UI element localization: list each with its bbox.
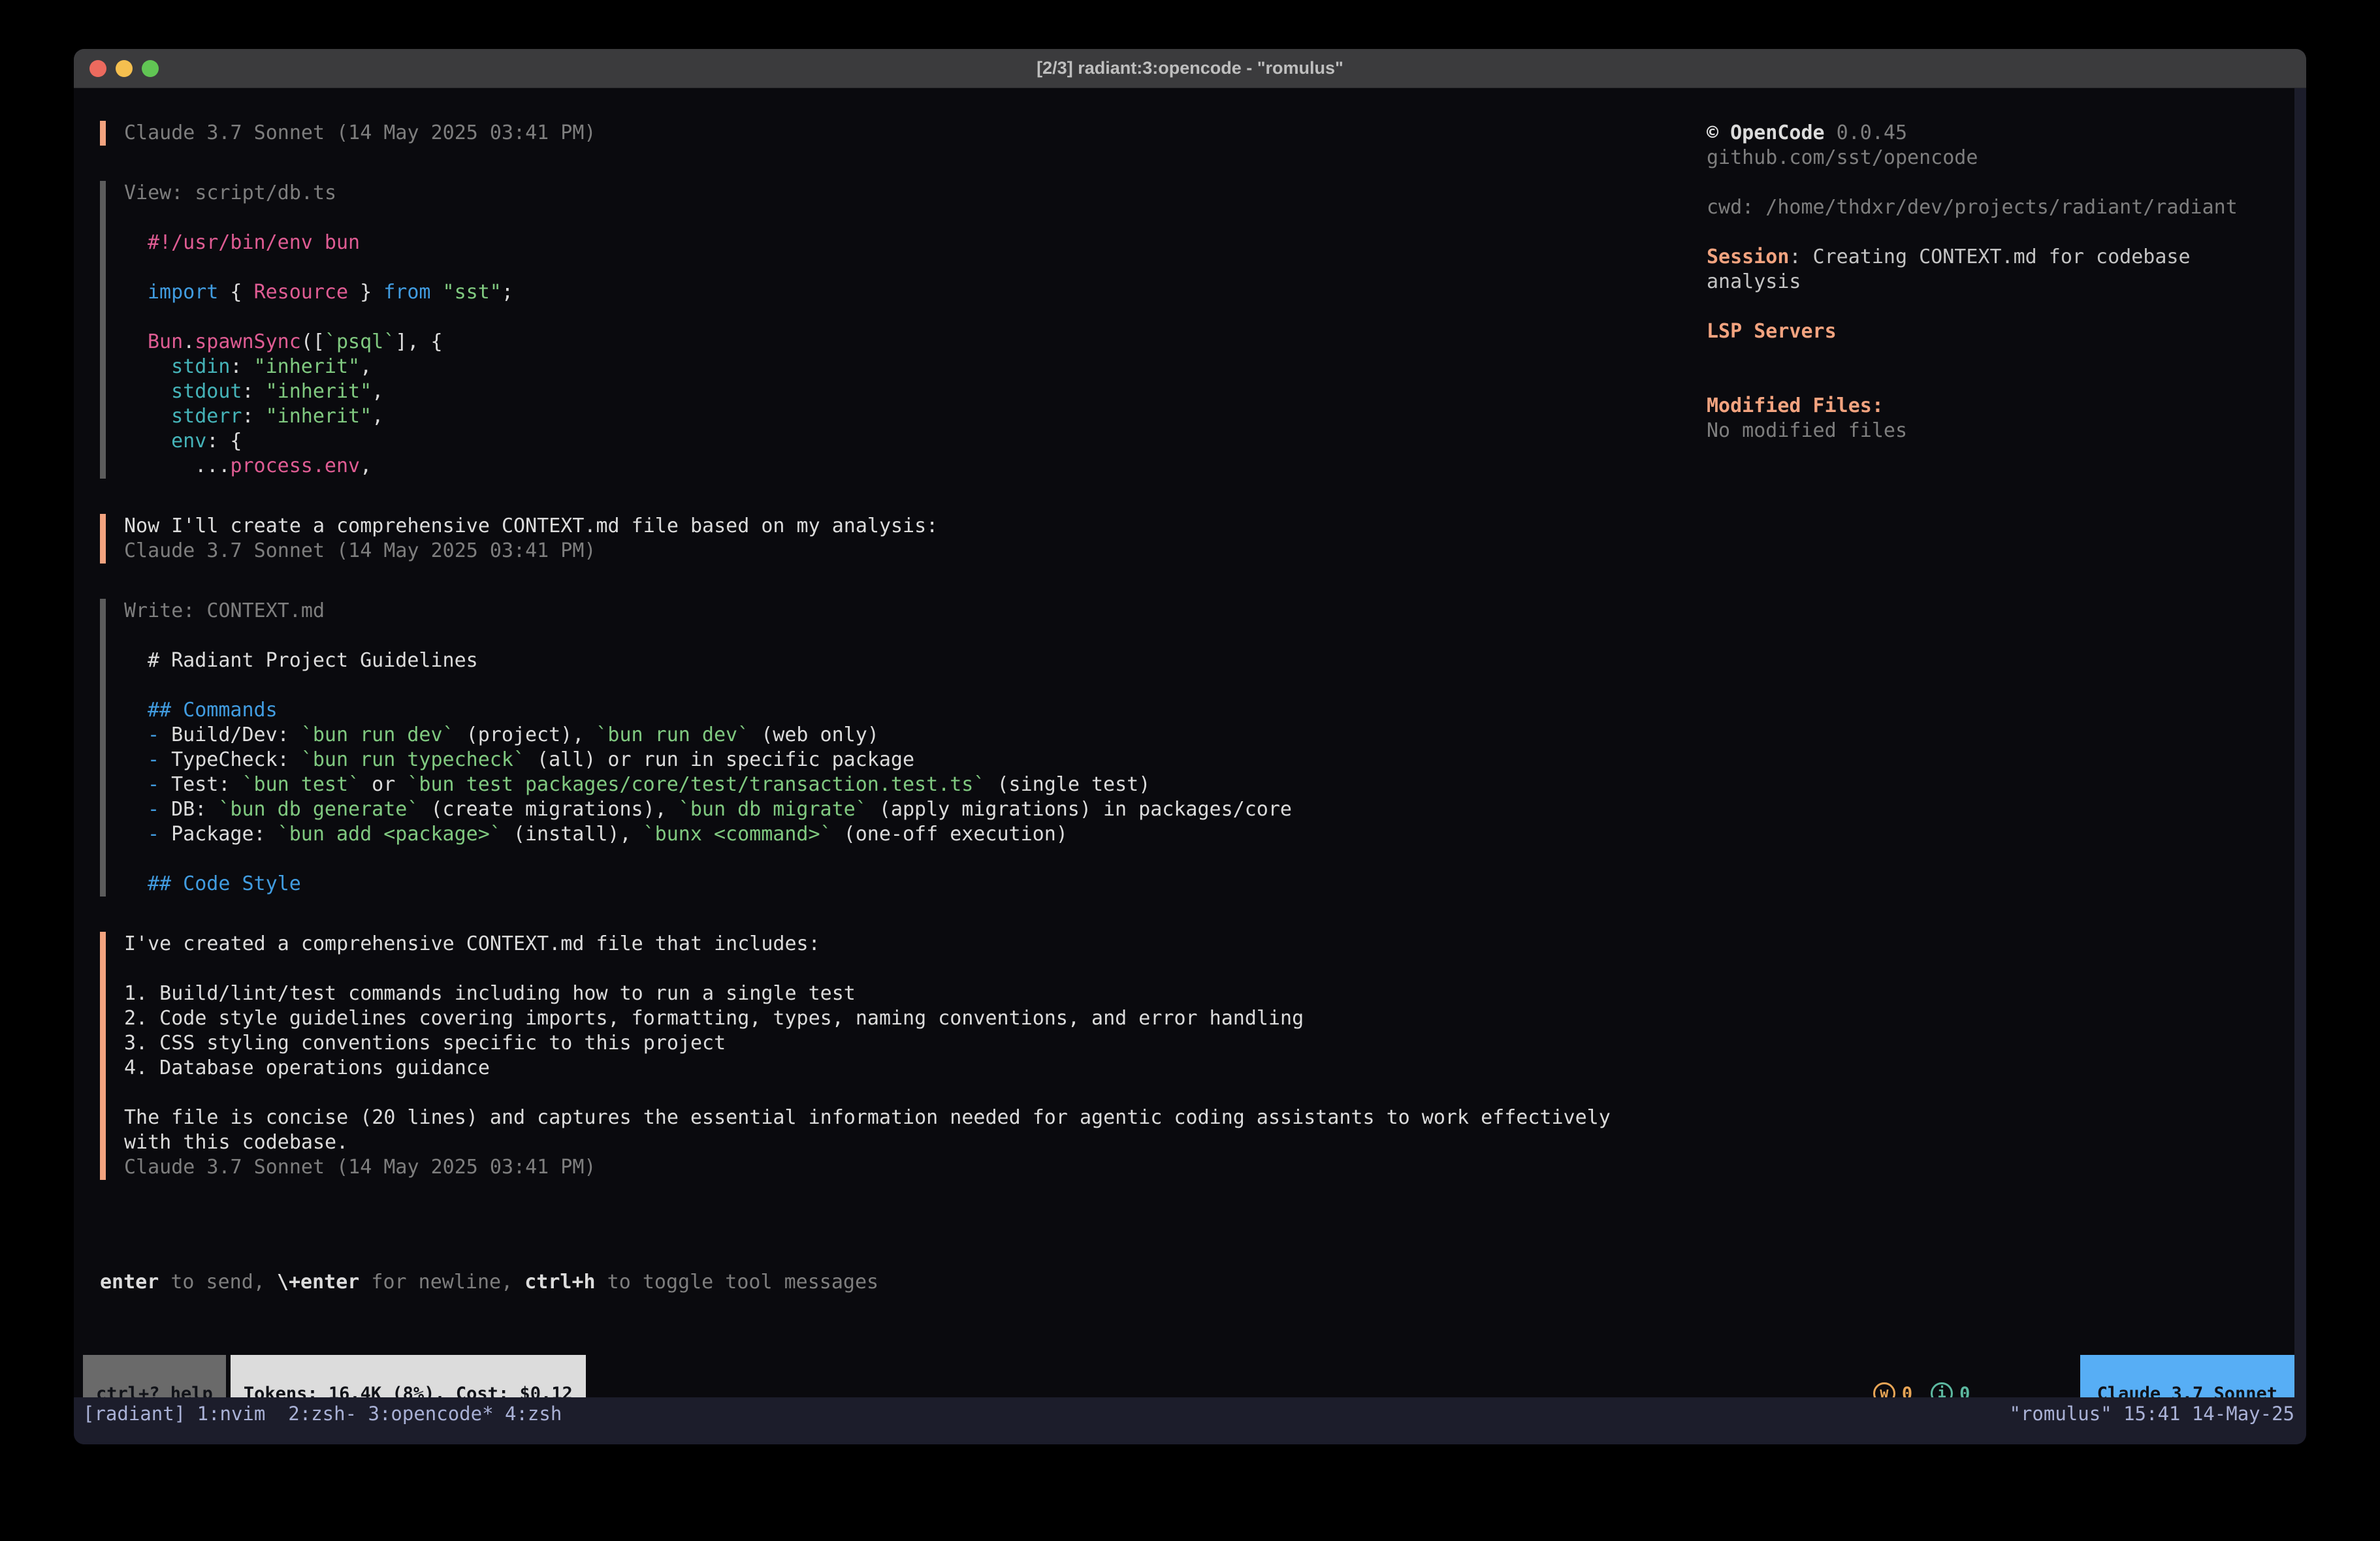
- modified-files-empty: No modified files: [1707, 419, 2281, 443]
- code-line: [148, 255, 1707, 280]
- cwd-path: cwd: /home/thdxr/dev/projects/radiant/ra…: [1707, 195, 2281, 220]
- tool-write-header: Write: CONTEXT.md: [124, 599, 1707, 624]
- code-line: #!/usr/bin/env bun: [148, 230, 1707, 255]
- tool-view-block: View: script/db.ts #!/usr/bin/env bun im…: [100, 181, 1707, 479]
- markdown-line: ## Code Style: [148, 872, 1707, 897]
- summary-list-item: 3. CSS styling conventions specific to t…: [124, 1031, 1707, 1056]
- markdown-snippet: # Radiant Project Guidelines ## Commands…: [124, 648, 1707, 897]
- statusbar-spacer: [586, 1355, 1873, 1397]
- tool-write-block: Write: CONTEXT.md # Radiant Project Guid…: [100, 599, 1707, 897]
- tmux-host-datetime: "romulus" 15:41 14-May-25: [2010, 1403, 2295, 1425]
- window-titlebar: [2/3] radiant:3:opencode - "romulus": [74, 49, 2306, 88]
- message-timestamp: Claude 3.7 Sonnet (14 May 2025 03:41 PM): [124, 121, 1707, 146]
- repo-link: github.com/sst/opencode: [1707, 146, 2281, 170]
- app-brand: © OpenCode 0.0.45: [1707, 121, 2281, 146]
- summary-list-item: 2. Code style guidelines covering import…: [124, 1006, 1707, 1031]
- summary-intro: I've created a comprehensive CONTEXT.md …: [124, 932, 1707, 957]
- markdown-line: - Package: `bun add <package>` (install)…: [148, 822, 1707, 847]
- info-icon: i: [1931, 1382, 1953, 1397]
- markdown-line: - Build/Dev: `bun run dev` (project), `b…: [148, 723, 1707, 748]
- status-sidebar: © OpenCode 0.0.45 github.com/sst/opencod…: [1707, 88, 2294, 1215]
- diagnostic-warnings: w 0: [1873, 1382, 1912, 1397]
- message-header-block: Claude 3.7 Sonnet (14 May 2025 03:41 PM): [100, 121, 1707, 146]
- assistant-message-block: Now I'll create a comprehensive CONTEXT.…: [100, 514, 1707, 564]
- tool-view-header: View: script/db.ts: [124, 181, 1707, 206]
- terminal-window: [2/3] radiant:3:opencode - "romulus" Cla…: [74, 49, 2306, 1444]
- markdown-line: - TypeCheck: `bun run typecheck` (all) o…: [148, 748, 1707, 772]
- window-title: [2/3] radiant:3:opencode - "romulus": [74, 58, 2306, 78]
- blank-line: [124, 624, 1707, 648]
- summary-list-item: 1. Build/lint/test commands including ho…: [124, 981, 1707, 1006]
- diagnostic-infos: i 0: [1931, 1382, 1970, 1397]
- code-line: import { Resource } from "sst";: [148, 280, 1707, 305]
- lsp-servers-header: LSP Servers: [1707, 319, 2281, 344]
- summary-paragraph: The file is concise (20 lines) and captu…: [124, 1105, 1646, 1155]
- tokens-cost-chip: Tokens: 16.4K (8%), Cost: $0.12: [231, 1355, 586, 1397]
- opencode-statusbar: ctrl+? help Tokens: 16.4K (8%), Cost: $0…: [83, 1355, 2294, 1397]
- markdown-line: [148, 847, 1707, 872]
- window-bottom-edge: [74, 1430, 2306, 1444]
- code-line: Bun.spawnSync([`psql`], {: [148, 330, 1707, 355]
- markdown-line: # Radiant Project Guidelines: [148, 648, 1707, 673]
- diagnostics-group: w 0 i 0 h 0: [1873, 1355, 2054, 1397]
- code-line: stderr: "inherit",: [148, 404, 1707, 429]
- modified-files-header: Modified Files:: [1707, 394, 2281, 419]
- code-line: stdout: "inherit",: [148, 379, 1707, 404]
- markdown-line: [148, 673, 1707, 698]
- code-line: env: {: [148, 429, 1707, 454]
- info-count: 0: [1959, 1384, 1970, 1398]
- session-title: Session: Creating CONTEXT.md for codebas…: [1707, 245, 2268, 294]
- warning-icon: w: [1873, 1382, 1895, 1397]
- tmux-statusbar: [radiant] 1:nvim 2:zsh- 3:opencode* 4:zs…: [74, 1397, 2306, 1430]
- tmux-session-windows[interactable]: [radiant] 1:nvim 2:zsh- 3:opencode* 4:zs…: [83, 1403, 562, 1425]
- help-chip: ctrl+? help: [83, 1355, 226, 1397]
- code-line: ...process.env,: [148, 454, 1707, 479]
- blank-line: [124, 1081, 1707, 1105]
- blank-line: [124, 206, 1707, 230]
- model-chip: Claude 3.7 Sonnet: [2080, 1355, 2294, 1397]
- assistant-message-text: Now I'll create a comprehensive CONTEXT.…: [124, 514, 1707, 539]
- warning-count: 0: [1902, 1384, 1912, 1398]
- message-timestamp: Claude 3.7 Sonnet (14 May 2025 03:41 PM): [124, 1155, 1707, 1180]
- markdown-line: - DB: `bun db generate` (create migratio…: [148, 797, 1707, 822]
- markdown-line: ## Commands: [148, 698, 1707, 723]
- summary-list-item: 4. Database operations guidance: [124, 1056, 1707, 1081]
- chat-transcript: Claude 3.7 Sonnet (14 May 2025 03:41 PM)…: [74, 88, 1707, 1215]
- terminal-area: Claude 3.7 Sonnet (14 May 2025 03:41 PM)…: [74, 88, 2306, 1397]
- assistant-summary-block: I've created a comprehensive CONTEXT.md …: [100, 932, 1707, 1180]
- keybinding-hint: enter to send, \+enter for newline, ctrl…: [100, 1270, 2294, 1295]
- code-line: [148, 305, 1707, 330]
- code-line: stdin: "inherit",: [148, 355, 1707, 379]
- message-timestamp: Claude 3.7 Sonnet (14 May 2025 03:41 PM): [124, 539, 1707, 564]
- message-input[interactable]: >: [101, 1330, 2294, 1355]
- code-snippet: #!/usr/bin/env bun import { Resource } f…: [124, 230, 1707, 479]
- blank-line: [124, 957, 1707, 981]
- markdown-line: - Test: `bun test` or `bun test packages…: [148, 772, 1707, 797]
